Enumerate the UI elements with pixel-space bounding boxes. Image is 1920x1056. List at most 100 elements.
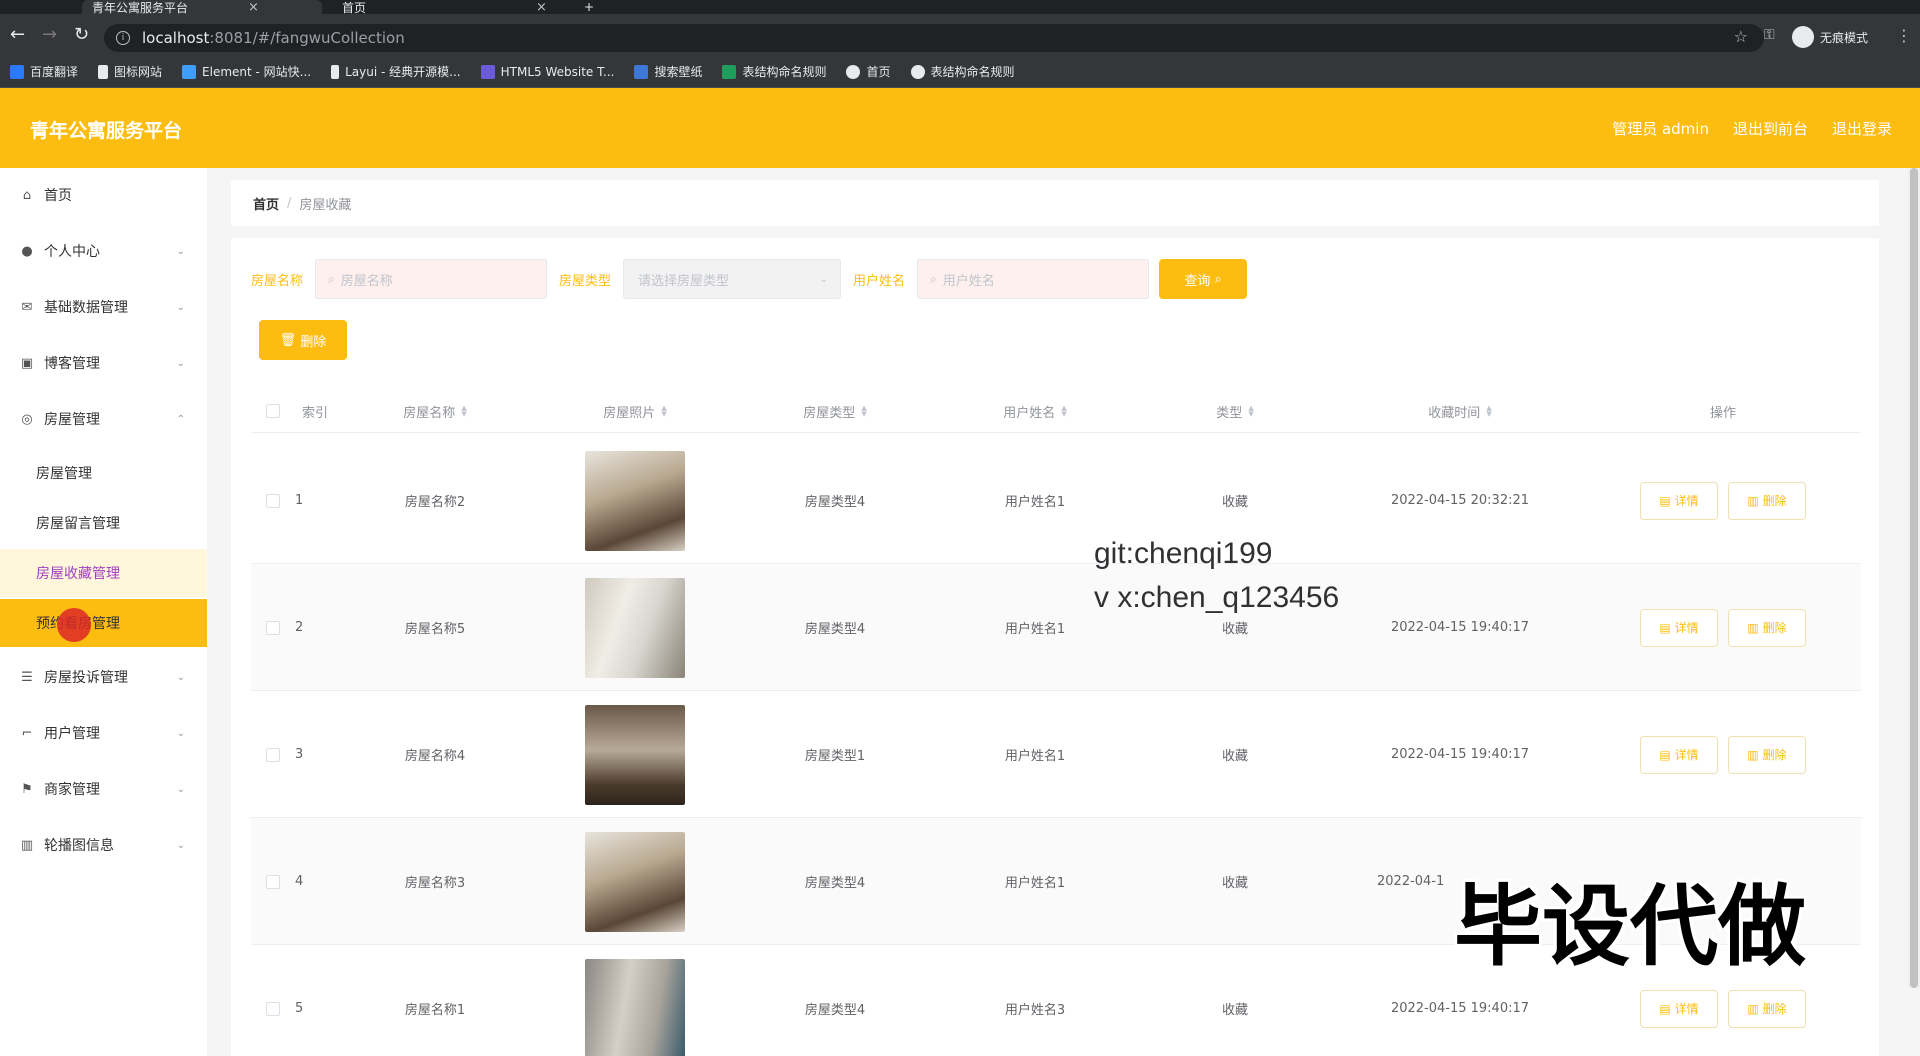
incognito-indicator[interactable]: 无痕模式 bbox=[1792, 26, 1868, 48]
reload-icon[interactable]: ↻ bbox=[74, 24, 89, 45]
breadcrumb-home[interactable]: 首页 bbox=[253, 194, 279, 213]
row-checkbox[interactable] bbox=[266, 874, 280, 889]
sidebar-item-home[interactable]: ⌂ 首页 bbox=[0, 173, 207, 217]
column-header-kind[interactable]: 类型 ▲ ▼ bbox=[1135, 389, 1335, 433]
bookmark-item[interactable]: 搜索壁纸 bbox=[634, 63, 702, 80]
cell-house-type: 房屋类型1 bbox=[804, 749, 866, 764]
delete-button[interactable]: ▥ 删除 bbox=[1728, 608, 1806, 647]
column-header-index[interactable]: 索引 bbox=[295, 389, 335, 433]
sort-icon[interactable]: ▲ ▼ bbox=[1486, 405, 1491, 418]
home-icon: ⌂ bbox=[22, 187, 32, 203]
sidebar-subitem-house-message[interactable]: 房屋留言管理 bbox=[0, 499, 207, 547]
sidebar-item-house[interactable]: ◎ 房屋管理 ⌃ bbox=[0, 397, 207, 441]
sidebar-subitem-house-manage[interactable]: 房屋管理 bbox=[0, 449, 207, 497]
sidebar-item-users[interactable]: ⌐ 用户管理 ⌄ bbox=[0, 711, 207, 755]
house-type-select[interactable]: 请选择房屋类型 ⌄ bbox=[623, 259, 842, 299]
row-checkbox[interactable] bbox=[266, 747, 280, 762]
cell-house-type: 房屋类型4 bbox=[804, 495, 866, 510]
back-icon[interactable]: ← bbox=[10, 24, 25, 45]
bookmark-item[interactable]: 表结构命名规则 bbox=[722, 63, 826, 80]
trash-icon: ▥ bbox=[1747, 747, 1759, 762]
mail-icon: ✉ bbox=[21, 299, 33, 315]
house-photo[interactable] bbox=[585, 577, 685, 678]
row-checkbox[interactable] bbox=[266, 1001, 280, 1016]
bookmarks-bar: 百度翻译 图标网站 Element - 网站快... Layui - 经典开源模… bbox=[0, 56, 1920, 88]
sidebar-item-blog[interactable]: ▣ 博客管理 ⌄ bbox=[0, 341, 207, 385]
sort-icon[interactable]: ▲ ▼ bbox=[461, 405, 466, 418]
column-header-photo[interactable]: 房屋照片 ▲ ▼ bbox=[535, 389, 735, 433]
sort-icon[interactable]: ▲ ▼ bbox=[1061, 405, 1066, 418]
admin-label[interactable]: 管理员 admin bbox=[1612, 118, 1709, 139]
search-icon: ⌕ bbox=[930, 271, 937, 286]
detail-button[interactable]: ▤ 详情 bbox=[1640, 608, 1718, 647]
house-photo[interactable] bbox=[585, 831, 685, 932]
cell-time: 2022-04-15 20:32:21 bbox=[1390, 493, 1530, 508]
bookmark-item[interactable]: 表结构命名规则 bbox=[910, 63, 1015, 80]
tab-active[interactable]: 青年公寓服务平台 × bbox=[82, 0, 322, 15]
sliders-icon: ☰ bbox=[21, 669, 33, 685]
address-bar[interactable]: i localhost:8081/#/fangwuCollection ☆ bbox=[104, 24, 1764, 52]
user-name-input[interactable]: ⌕ 用户姓名 bbox=[917, 259, 1150, 299]
detail-button[interactable]: ▤ 详情 bbox=[1640, 989, 1718, 1028]
column-header-time[interactable]: 收藏时间 ▲ ▼ bbox=[1335, 389, 1585, 433]
sort-icon[interactable]: ▲ ▼ bbox=[1248, 405, 1253, 418]
column-header-user[interactable]: 用户姓名 ▲ ▼ bbox=[935, 389, 1135, 433]
bookmark-item[interactable]: 首页 bbox=[846, 63, 891, 80]
query-button[interactable]: 查询 ⌕ bbox=[1159, 259, 1248, 299]
new-tab-icon[interactable]: + bbox=[574, 0, 604, 14]
cell-user-name: 用户姓名3 bbox=[1004, 1003, 1066, 1018]
bookmark-item[interactable]: HTML5 Website T... bbox=[480, 64, 614, 79]
watermark-text: git:chenqi199 v x:chen_q123456 bbox=[1094, 537, 1340, 614]
sidebar-subitem-viewing-appointment[interactable]: 预约看房管理 bbox=[0, 599, 207, 647]
detail-button[interactable]: ▤ 详情 bbox=[1640, 735, 1718, 774]
forward-icon[interactable]: → bbox=[42, 24, 57, 45]
sidebar-item-carousel[interactable]: ▥ 轮播图信息 ⌄ bbox=[0, 823, 207, 867]
close-tab-icon[interactable]: × bbox=[536, 0, 547, 15]
search-icon: ⌕ bbox=[1214, 271, 1222, 287]
sidebar-subitem-house-collection[interactable]: 房屋收藏管理 bbox=[0, 549, 207, 597]
delete-button[interactable]: ▥ 删除 bbox=[1728, 481, 1806, 520]
sidebar-item-profile[interactable]: ● 个人中心 ⌄ bbox=[0, 229, 207, 273]
house-photo[interactable] bbox=[585, 450, 685, 551]
bookmark-item[interactable]: Element - 网站快... bbox=[182, 63, 311, 80]
logout-link[interactable]: 退出登录 bbox=[1832, 118, 1892, 139]
search-form: 房屋名称 ⌕ 房屋名称 房屋类型 请选择房屋类型 ⌄ 用户姓名 ⌕ 用户姓名 查询 ⌕ bbox=[251, 259, 1248, 299]
cell-kind: 收藏 bbox=[1221, 1003, 1248, 1018]
cell-house-name: 房屋名称4 bbox=[404, 749, 466, 764]
sidebar-item-complaint[interactable]: ☰ 房屋投诉管理 ⌄ bbox=[0, 655, 207, 699]
exit-to-front-link[interactable]: 退出到前台 bbox=[1733, 118, 1808, 139]
batch-delete-button[interactable]: 🗑 删除 bbox=[259, 320, 347, 360]
cell-index: 1 bbox=[295, 493, 304, 508]
delete-button[interactable]: ▥ 删除 bbox=[1728, 989, 1806, 1028]
column-header-type[interactable]: 房屋类型 ▲ ▼ bbox=[735, 389, 935, 433]
sort-icon[interactable]: ▲ ▼ bbox=[661, 405, 666, 418]
bookmark-item[interactable]: Layui - 经典开源模... bbox=[331, 63, 461, 80]
sort-icon[interactable]: ▲ ▼ bbox=[861, 405, 866, 418]
sidebar-item-merchants[interactable]: ⚑ 商家管理 ⌄ bbox=[0, 767, 207, 811]
bookmark-star-icon[interactable]: ☆ bbox=[1734, 27, 1748, 46]
scrollbar-thumb[interactable] bbox=[1910, 168, 1918, 988]
column-header-name[interactable]: 房屋名称 ▲ ▼ bbox=[335, 389, 535, 433]
bookmark-item[interactable]: 百度翻译 bbox=[10, 63, 78, 80]
row-checkbox[interactable] bbox=[266, 493, 280, 508]
browser-tabbar: 青年公寓服务平台 × 首页 × + bbox=[0, 0, 1920, 15]
house-photo[interactable] bbox=[585, 958, 685, 1056]
tab-home[interactable]: 首页 × bbox=[332, 0, 562, 15]
detail-button[interactable]: ▤ 详情 bbox=[1640, 481, 1718, 520]
close-tab-icon[interactable]: × bbox=[248, 0, 259, 15]
house-name-input[interactable]: ⌕ 房屋名称 bbox=[315, 259, 548, 299]
key-icon[interactable]: ⚿ bbox=[1764, 27, 1775, 43]
chart-icon: ▥ bbox=[20, 837, 34, 853]
select-all-checkbox[interactable] bbox=[266, 404, 280, 418]
document-icon: ▤ bbox=[1659, 493, 1671, 508]
sidebar-item-basic-data[interactable]: ✉ 基础数据管理 ⌄ bbox=[0, 285, 207, 329]
document-icon: ▤ bbox=[1659, 1001, 1671, 1016]
delete-button[interactable]: ▥ 删除 bbox=[1728, 735, 1806, 774]
info-icon[interactable]: i bbox=[116, 31, 130, 45]
row-checkbox[interactable] bbox=[266, 620, 280, 635]
browser-menu-icon[interactable]: ⋮ bbox=[1896, 26, 1912, 45]
table-row: 3 房屋名称4 房屋类型1 用户姓名1 收藏 2022-04-15 19:40:… bbox=[251, 691, 1861, 818]
house-photo[interactable] bbox=[585, 704, 685, 805]
page-scrollbar[interactable] bbox=[1908, 168, 1920, 988]
bookmark-item[interactable]: 图标网站 bbox=[98, 63, 162, 80]
